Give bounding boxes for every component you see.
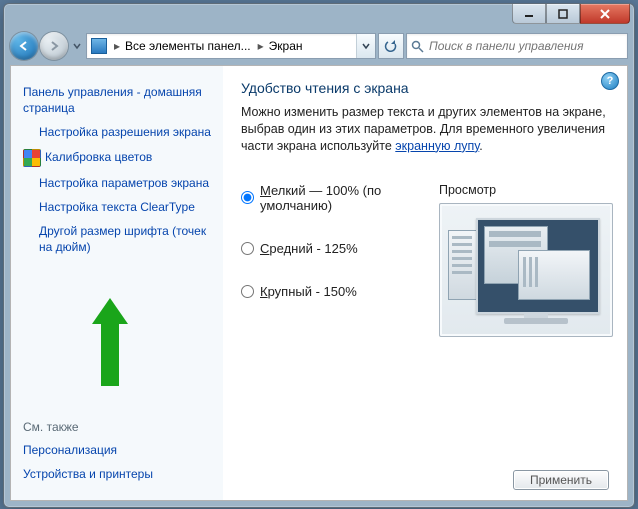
main-panel: ? Удобство чтения с экрана Можно изменит… bbox=[223, 66, 627, 500]
nav-history-dropdown[interactable] bbox=[70, 35, 84, 57]
window-frame: ▸ Все элементы панел ▸ Экран Панель упра… bbox=[3, 3, 635, 508]
sidebar-item-custom-dpi[interactable]: Другой размер шрифта (точек на дюйм) bbox=[39, 223, 217, 255]
page-title: Удобство чтения с экрана bbox=[241, 80, 613, 96]
sidebar-item-calibration[interactable]: Калибровка цветов bbox=[45, 149, 152, 165]
search-bar[interactable] bbox=[406, 33, 628, 59]
search-icon bbox=[407, 40, 427, 53]
preview-label: Просмотр bbox=[439, 183, 613, 197]
sidebar-also-personalization[interactable]: Персонализация bbox=[23, 442, 217, 458]
preview-thumbnail bbox=[439, 203, 613, 337]
page-description: Можно изменить размер текста и других эл… bbox=[241, 104, 613, 155]
apply-button[interactable]: Применить bbox=[513, 470, 609, 490]
address-dropdown[interactable] bbox=[356, 34, 375, 58]
sidebar-item-cleartype[interactable]: Настройка текста ClearType bbox=[39, 199, 217, 215]
option-large[interactable]: Крупный - 150% bbox=[241, 284, 425, 299]
desc-text-end: . bbox=[479, 139, 482, 153]
sidebar-home-link[interactable]: Панель управления - домашняя страница bbox=[23, 84, 217, 116]
refresh-button[interactable] bbox=[378, 33, 404, 59]
option-small-label: Мелкий — 100% (по умолчанию) bbox=[260, 183, 425, 213]
option-medium-label: Средний - 125% bbox=[260, 241, 358, 256]
sidebar-also-devices[interactable]: Устройства и принтеры bbox=[23, 466, 217, 482]
chevron-right-icon: ▸ bbox=[111, 39, 123, 53]
search-input[interactable] bbox=[427, 39, 627, 53]
breadcrumb-seg-1[interactable]: Все элементы панел bbox=[123, 39, 255, 53]
radio-small[interactable] bbox=[241, 191, 254, 204]
close-button[interactable] bbox=[580, 4, 630, 24]
shield-icon bbox=[23, 149, 41, 167]
forward-button[interactable] bbox=[40, 32, 68, 60]
option-small[interactable]: Мелкий — 100% (по умолчанию) bbox=[241, 183, 425, 213]
option-medium[interactable]: Средний - 125% bbox=[241, 241, 425, 256]
titlebar bbox=[4, 4, 634, 29]
maximize-button[interactable] bbox=[546, 4, 580, 24]
option-large-label: Крупный - 150% bbox=[260, 284, 357, 299]
radio-medium[interactable] bbox=[241, 242, 254, 255]
magnifier-link[interactable]: экранную лупу bbox=[395, 139, 479, 153]
address-bar[interactable]: ▸ Все элементы панел ▸ Экран bbox=[86, 33, 376, 59]
navbar: ▸ Все элементы панел ▸ Экран bbox=[10, 29, 628, 63]
back-button[interactable] bbox=[10, 32, 38, 60]
help-icon[interactable]: ? bbox=[601, 72, 619, 90]
chevron-right-icon: ▸ bbox=[255, 39, 267, 53]
sidebar-item-resolution[interactable]: Настройка разрешения экрана bbox=[39, 124, 217, 140]
breadcrumb-seg-2[interactable]: Экран bbox=[267, 39, 307, 53]
sidebar-item-display-settings[interactable]: Настройка параметров экрана bbox=[39, 175, 217, 191]
see-also-label: См. также bbox=[23, 420, 217, 434]
radio-large[interactable] bbox=[241, 285, 254, 298]
client-area: Панель управления - домашняя страница На… bbox=[10, 65, 628, 501]
sidebar: Панель управления - домашняя страница На… bbox=[11, 66, 223, 500]
minimize-button[interactable] bbox=[512, 4, 546, 24]
control-panel-icon bbox=[91, 38, 107, 54]
